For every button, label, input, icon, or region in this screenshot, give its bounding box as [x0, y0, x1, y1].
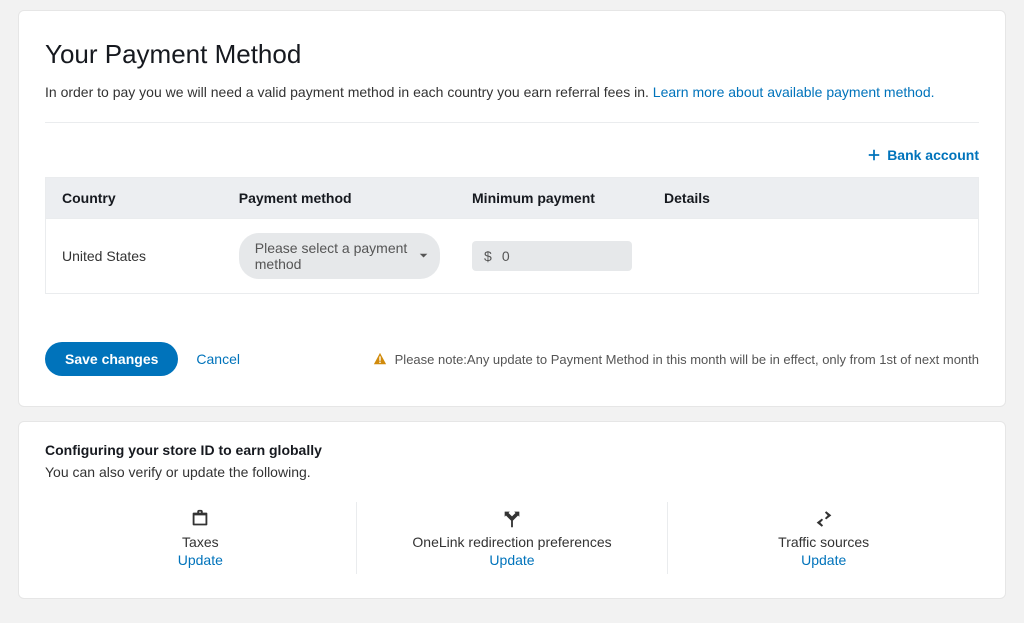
traffic-label: Traffic sources	[678, 534, 969, 550]
swap-arrows-icon	[678, 508, 969, 530]
taxes-label: Taxes	[55, 534, 346, 550]
payment-method-card: Your Payment Method In order to pay you …	[18, 10, 1006, 407]
currency-symbol: $	[484, 248, 492, 264]
payment-method-select[interactable]: Please select a payment method	[239, 233, 440, 279]
minimum-value: 0	[502, 248, 510, 264]
plus-icon	[867, 148, 881, 162]
warning-icon	[373, 352, 387, 366]
store-config-card: Configuring your store ID to earn global…	[18, 421, 1006, 599]
td-minimum: $ 0	[456, 219, 648, 294]
minimum-payment-input[interactable]: $ 0	[472, 241, 632, 271]
briefcase-icon	[55, 508, 346, 530]
save-button[interactable]: Save changes	[45, 342, 178, 376]
add-bank-account-label: Bank account	[887, 147, 979, 163]
traffic-update-link[interactable]: Update	[801, 552, 846, 568]
footer-actions: Save changes Cancel Please note:Any upda…	[45, 342, 979, 376]
learn-more-link[interactable]: Learn more about available payment metho…	[653, 84, 935, 100]
add-bank-row: Bank account	[45, 123, 979, 177]
page-subtext: In order to pay you we will need a valid…	[45, 84, 979, 123]
th-minimum: Minimum payment	[456, 178, 648, 219]
store-sub: You can also verify or update the follow…	[45, 464, 979, 480]
table-row: United States Please select a payment me…	[46, 219, 979, 294]
notice-banner: Please note:Any update to Payment Method…	[373, 352, 979, 367]
split-arrows-icon	[367, 508, 658, 530]
add-bank-account-button[interactable]: Bank account	[867, 147, 979, 163]
page-title: Your Payment Method	[45, 39, 979, 70]
th-details: Details	[648, 178, 978, 219]
store-title: Configuring your store ID to earn global…	[45, 442, 979, 458]
onelink-label: OneLink redirection preferences	[367, 534, 658, 550]
col-traffic: Traffic sources Update	[667, 502, 979, 574]
td-payment-method: Please select a payment method	[223, 219, 456, 294]
td-details	[648, 219, 978, 294]
onelink-update-link[interactable]: Update	[489, 552, 534, 568]
store-columns: Taxes Update OneLink redirection prefere…	[45, 502, 979, 574]
td-country: United States	[46, 219, 223, 294]
notice-text: Please note:Any update to Payment Method…	[395, 352, 979, 367]
col-onelink: OneLink redirection preferences Update	[356, 502, 668, 574]
chevron-down-icon	[419, 250, 428, 262]
taxes-update-link[interactable]: Update	[178, 552, 223, 568]
cancel-button[interactable]: Cancel	[196, 351, 240, 367]
th-country: Country	[46, 178, 223, 219]
payment-method-select-label: Please select a payment method	[255, 240, 409, 272]
th-payment-method: Payment method	[223, 178, 456, 219]
subtext-prefix: In order to pay you we will need a valid…	[45, 84, 653, 100]
col-taxes: Taxes Update	[45, 502, 356, 574]
payment-table: Country Payment method Minimum payment D…	[45, 177, 979, 294]
